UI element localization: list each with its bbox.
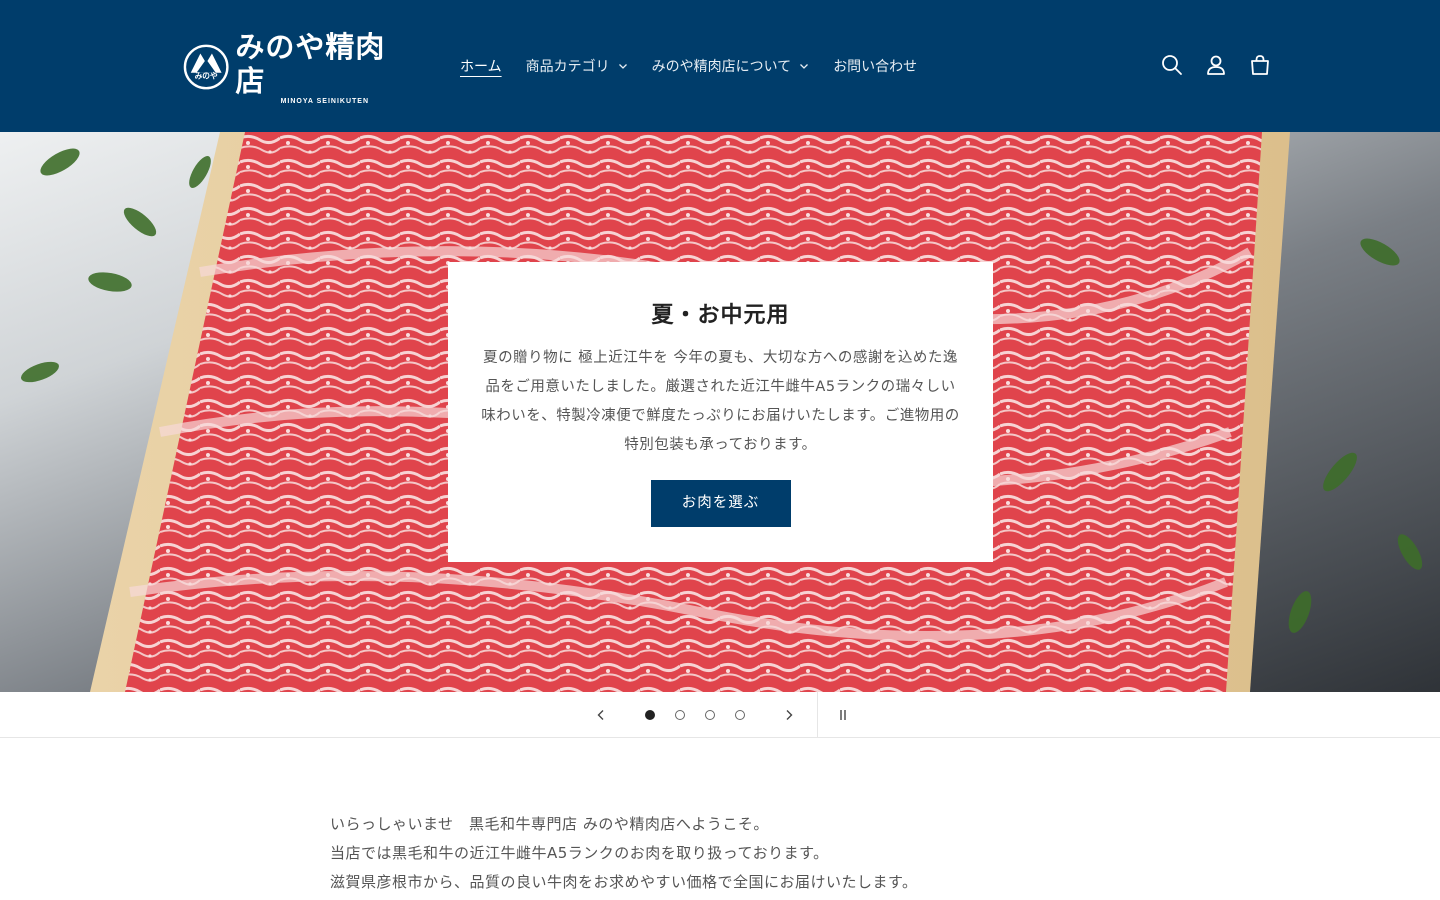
account-icon [1207, 55, 1225, 75]
logo-mark-icon: みのや [183, 44, 229, 90]
search-icon [1162, 55, 1182, 75]
chevron-left-icon [597, 710, 604, 720]
site-logo[interactable]: みのや みのや精肉店 MINOYA SEINIKUTEN [183, 30, 409, 105]
next-slide-button[interactable] [778, 704, 800, 726]
previous-slide-button[interactable] [590, 704, 612, 726]
slide-dot-2[interactable] [675, 710, 685, 720]
logo-subtitle: MINOYA SEINIKUTEN [280, 97, 369, 105]
pause-slideshow-button[interactable] [832, 704, 854, 726]
header-icons [1158, 51, 1274, 79]
choose-meat-button[interactable]: お肉を選ぶ [650, 480, 791, 527]
controls-divider [817, 692, 818, 738]
nav-item-home[interactable]: ホーム [460, 56, 502, 76]
nav-item-contact[interactable]: お問い合わせ [833, 56, 917, 76]
welcome-line-3: 滋賀県彦根市から、品質の良い牛肉をお求めやすい価格で全国にお届けいたします。 [330, 873, 918, 891]
welcome-line-1: いらっしゃいませ 黒毛和牛専門店 みのや精肉店へようこそ。 [330, 815, 769, 833]
logo-mark-text: みのや [195, 71, 218, 81]
cart-icon [1251, 55, 1269, 75]
logo-name: みのや精肉店 [235, 29, 386, 98]
welcome-section: いらっしゃいませ 黒毛和牛専門店 みのや精肉店へようこそ。 当店では黒毛和牛の近… [330, 810, 1090, 897]
nav-item-categories[interactable]: 商品カテゴリ [526, 56, 628, 76]
chevron-down-icon [800, 64, 809, 69]
hero-title: 夏・お中元用 [651, 303, 790, 328]
welcome-line-2: 当店では黒毛和牛の近江牛雌牛A5ランクのお肉を取り扱っております。 [330, 844, 829, 862]
nav-item-label: みのや精肉店について [651, 59, 792, 75]
cart-button[interactable] [1246, 51, 1274, 79]
slide-dot-4[interactable] [735, 710, 745, 720]
slide-dot-3[interactable] [705, 710, 715, 720]
slide-dot-1[interactable] [645, 710, 655, 720]
hero-text: 夏の贈り物に 極上近江牛を 今年の夏も、大切な方への感謝を込めた逸品をご用意いた… [481, 350, 960, 453]
site-header: みのや みのや精肉店 MINOYA SEINIKUTEN ホーム 商品カテゴリ … [0, 0, 1440, 132]
main-nav: ホーム 商品カテゴリ みのや精肉店について お問い合わせ [460, 53, 941, 79]
hero-banner: 夏・お中元用 夏の贈り物に 極上近江牛を 今年の夏も、大切な方への感謝を込めた逸… [0, 132, 1440, 692]
chevron-down-icon [618, 64, 627, 69]
slider-controls [0, 692, 1440, 738]
chevron-right-icon [786, 710, 793, 720]
nav-item-label: お問い合わせ [833, 59, 918, 75]
search-button[interactable] [1158, 51, 1186, 79]
nav-item-label: ホーム [460, 59, 502, 75]
account-button[interactable] [1202, 51, 1230, 79]
pause-icon [840, 710, 846, 720]
hero-content-card: 夏・お中元用 夏の贈り物に 極上近江牛を 今年の夏も、大切な方への感謝を込めた逸… [448, 262, 993, 562]
nav-item-label: 商品カテゴリ [525, 59, 610, 75]
nav-item-about[interactable]: みのや精肉店について [652, 56, 810, 76]
